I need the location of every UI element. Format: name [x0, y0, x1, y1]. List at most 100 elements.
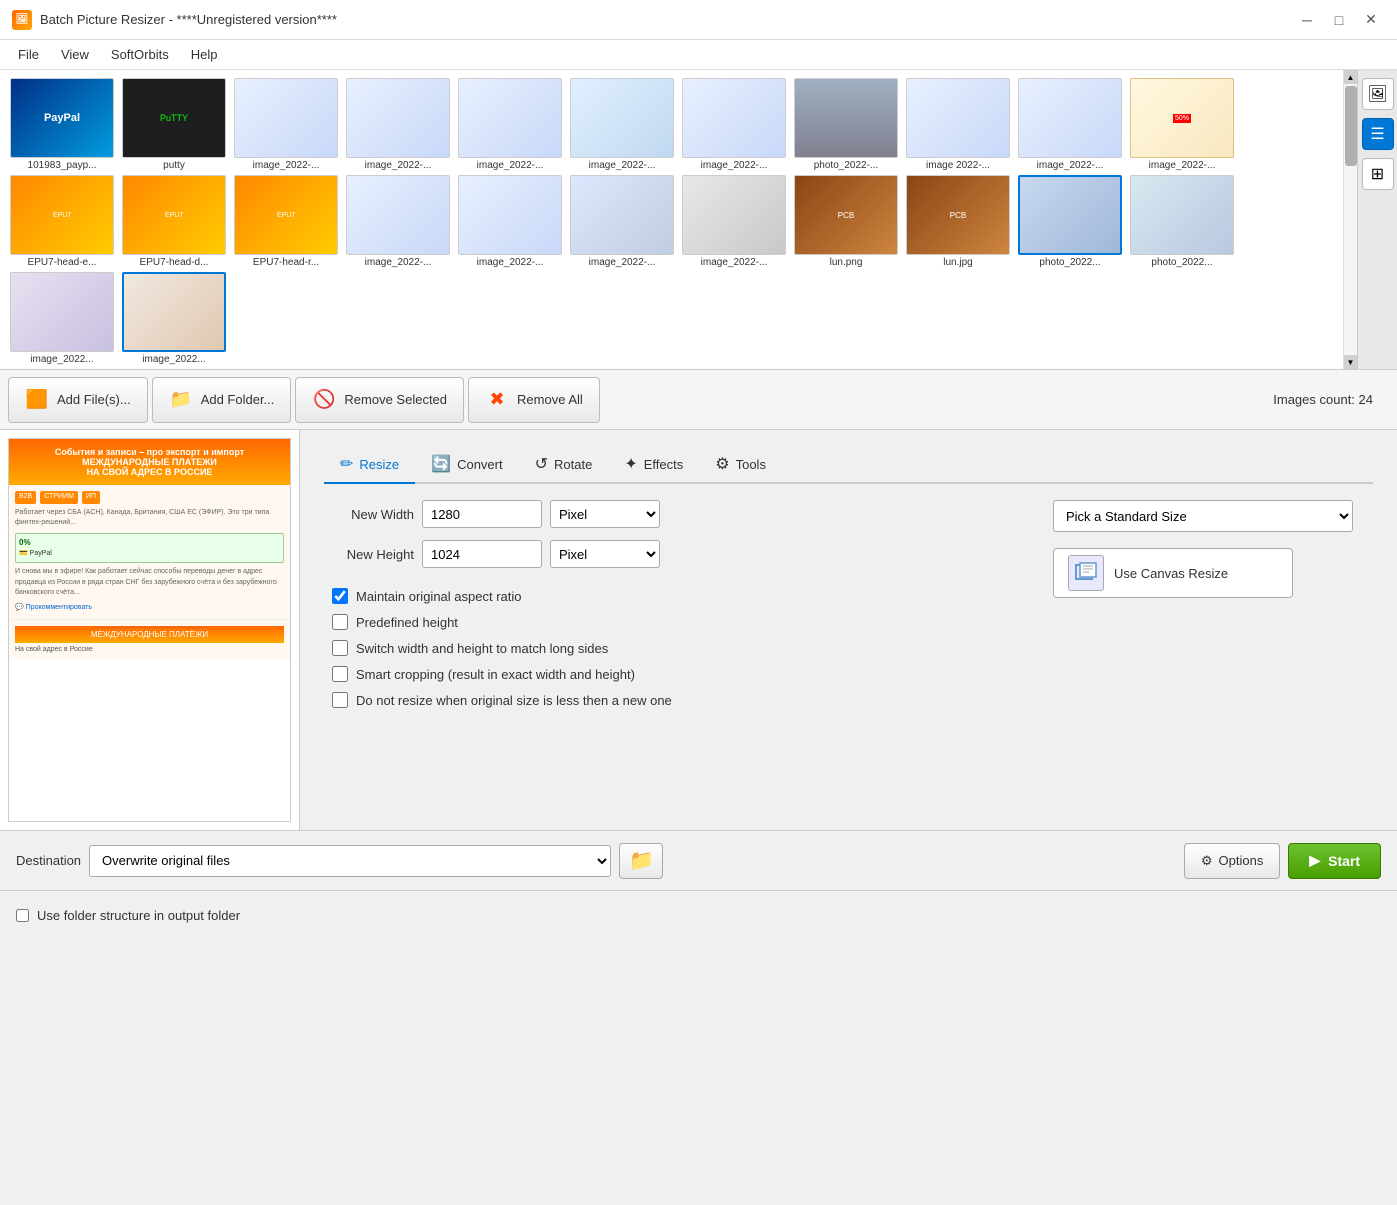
- list-item[interactable]: image_2022...: [120, 272, 228, 365]
- app-title: Batch Picture Resizer - ****Unregistered…: [40, 12, 1285, 27]
- list-item[interactable]: PCB lun.jpg: [904, 175, 1012, 268]
- list-item[interactable]: photo_2022...: [1016, 175, 1124, 268]
- thumbnail-image: EPU7: [10, 175, 114, 255]
- thumbnail-label: image_2022-...: [589, 160, 656, 171]
- remove-selected-label: Remove Selected: [344, 392, 447, 407]
- options-button[interactable]: ⚙ Options: [1184, 843, 1280, 879]
- list-item[interactable]: image_2022-...: [680, 78, 788, 171]
- scroll-thumb[interactable]: [1345, 86, 1357, 166]
- preview-image: События и записи – про экспорт и импортМ…: [8, 438, 291, 822]
- maximize-button[interactable]: □: [1325, 6, 1353, 34]
- list-item[interactable]: photo_2022-...: [792, 78, 900, 171]
- new-width-input[interactable]: [422, 500, 542, 528]
- remove-selected-button[interactable]: 🚫 Remove Selected: [295, 377, 464, 423]
- tools-tab-label: Tools: [736, 457, 766, 472]
- thumbnail-label: photo_2022...: [1039, 257, 1100, 268]
- destination-select[interactable]: Overwrite original files Save to subfold…: [89, 845, 611, 877]
- menu-view[interactable]: View: [51, 43, 99, 66]
- maintain-aspect-label: Maintain original aspect ratio: [356, 589, 521, 604]
- thumbnail-label: image 2022-...: [926, 160, 990, 171]
- list-item[interactable]: PayPal 101983_payp...: [8, 78, 116, 171]
- canvas-resize-button[interactable]: Use Canvas Resize: [1053, 548, 1293, 598]
- list-item[interactable]: image_2022-...: [456, 175, 564, 268]
- list-item[interactable]: PuTTY putty: [120, 78, 228, 171]
- no-resize-checkbox[interactable]: [332, 692, 348, 708]
- tab-convert[interactable]: 🔄 Convert: [415, 446, 518, 484]
- new-width-label: New Width: [324, 507, 414, 522]
- list-item[interactable]: image_2022-...: [568, 78, 676, 171]
- new-height-input[interactable]: [422, 540, 542, 568]
- add-folder-icon: 📁: [169, 388, 193, 412]
- smart-cropping-row: Smart cropping (result in exact width an…: [332, 666, 1029, 682]
- thumbnail-label: image_2022-...: [701, 160, 768, 171]
- thumbnail-image: [570, 175, 674, 255]
- new-height-unit-select[interactable]: Pixel Percent cm inch: [550, 540, 660, 568]
- standard-size-select[interactable]: Pick a Standard Size 640x480 800x600 102…: [1053, 500, 1353, 532]
- minimize-button[interactable]: ─: [1293, 6, 1321, 34]
- list-item[interactable]: image_2022-...: [344, 175, 452, 268]
- thumbnail-label: EPU7-head-d...: [140, 257, 209, 268]
- thumbnail-image: [906, 78, 1010, 158]
- bottom-bar: Destination Overwrite original files Sav…: [0, 830, 1397, 890]
- list-item[interactable]: EPU7 EPU7-head-e...: [8, 175, 116, 268]
- list-item[interactable]: photo_2022...: [1128, 175, 1236, 268]
- start-button[interactable]: ▶ Start: [1288, 843, 1381, 879]
- use-folder-structure-checkbox[interactable]: [16, 909, 29, 922]
- tab-resize[interactable]: ✏ Resize: [324, 446, 415, 484]
- gallery-scrollbar[interactable]: ▲ ▼: [1343, 70, 1357, 369]
- list-item[interactable]: image_2022-...: [1016, 78, 1124, 171]
- convert-tab-icon: 🔄: [431, 454, 451, 474]
- list-view-icon[interactable]: ☰: [1362, 118, 1394, 150]
- predefined-height-checkbox[interactable]: [332, 614, 348, 630]
- toolbar: 🟧 Add File(s)... 📁 Add Folder... 🚫 Remov…: [0, 370, 1397, 430]
- menu-file[interactable]: File: [8, 43, 49, 66]
- smart-cropping-checkbox[interactable]: [332, 666, 348, 682]
- list-item[interactable]: 50% image_2022-...: [1128, 78, 1236, 171]
- new-width-row: New Width Pixel Percent cm inch: [324, 500, 1029, 528]
- folder-browse-button[interactable]: 📁: [619, 843, 663, 879]
- add-folder-button[interactable]: 📁 Add Folder...: [152, 377, 292, 423]
- list-item[interactable]: image_2022-...: [680, 175, 788, 268]
- thumbnail-label: photo_2022-...: [814, 160, 879, 171]
- canvas-resize-container: Use Canvas Resize: [1053, 548, 1373, 598]
- thumbnail-label: image_2022-...: [365, 257, 432, 268]
- table-view-icon[interactable]: ⊞: [1362, 158, 1394, 190]
- tab-tools[interactable]: ⚙ Tools: [699, 446, 782, 484]
- new-width-unit-select[interactable]: Pixel Percent cm inch: [550, 500, 660, 528]
- remove-all-button[interactable]: ✖ Remove All: [468, 377, 600, 423]
- thumbnail-label: lun.jpg: [943, 257, 972, 268]
- thumbnail-label: putty: [163, 160, 185, 171]
- list-item[interactable]: image 2022-...: [904, 78, 1012, 171]
- menu-softorbits[interactable]: SoftOrbits: [101, 43, 179, 66]
- close-button[interactable]: ✕: [1357, 6, 1385, 34]
- list-item[interactable]: EPU7 EPU7-head-r...: [232, 175, 340, 268]
- thumbnail-label: image_2022-...: [253, 160, 320, 171]
- list-item[interactable]: image_2022-...: [232, 78, 340, 171]
- list-item[interactable]: image_2022-...: [344, 78, 452, 171]
- switch-dimensions-row: Switch width and height to match long si…: [332, 640, 1029, 656]
- thumbnail-label: image_2022-...: [1149, 160, 1216, 171]
- list-item[interactable]: image_2022-...: [456, 78, 564, 171]
- preview-panel: События и записи – про экспорт и импортМ…: [0, 430, 300, 830]
- tab-rotate[interactable]: ↺ Rotate: [519, 446, 609, 484]
- canvas-resize-icon: [1068, 555, 1104, 591]
- thumbnail-label: image_2022-...: [701, 257, 768, 268]
- list-item[interactable]: image_2022-...: [568, 175, 676, 268]
- start-icon: ▶: [1309, 852, 1320, 869]
- maintain-aspect-checkbox[interactable]: [332, 588, 348, 604]
- thumbnail-image: PayPal: [10, 78, 114, 158]
- add-files-button[interactable]: 🟧 Add File(s)...: [8, 377, 148, 423]
- thumbnail-image: [234, 78, 338, 158]
- predefined-height-label: Predefined height: [356, 615, 458, 630]
- scroll-up[interactable]: ▲: [1344, 70, 1358, 84]
- menu-help[interactable]: Help: [181, 43, 228, 66]
- options-gear-icon: ⚙: [1201, 853, 1213, 869]
- gallery-view-icon[interactable]: 🖼: [1362, 78, 1394, 110]
- tab-effects[interactable]: ✦ Effects: [608, 446, 699, 484]
- switch-dimensions-checkbox[interactable]: [332, 640, 348, 656]
- list-item[interactable]: EPU7 EPU7-head-d...: [120, 175, 228, 268]
- list-item[interactable]: PCB lun.png: [792, 175, 900, 268]
- list-item[interactable]: image_2022...: [8, 272, 116, 365]
- add-files-label: Add File(s)...: [57, 392, 131, 407]
- scroll-down[interactable]: ▼: [1344, 355, 1358, 369]
